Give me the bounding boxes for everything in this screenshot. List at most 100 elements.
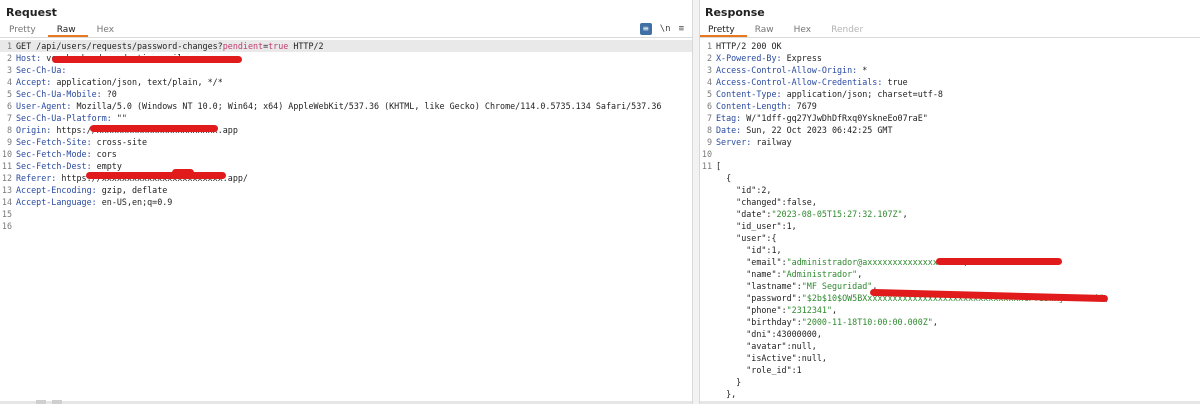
request-line: 14 Accept-Language: en-US,en;q=0.9	[0, 196, 692, 208]
response-line-content: [	[716, 160, 721, 172]
header-value: Mozilla/5.0 (Windows NT 10.0; Win64; x64…	[71, 101, 662, 111]
pane-splitter[interactable]	[692, 0, 700, 404]
header-name: Sec-Fetch-Site:	[16, 137, 92, 147]
query-param-key: pendient	[222, 41, 264, 51]
json-string-value: "2023-08-05T15:27:32.107Z"	[771, 209, 903, 219]
response-line: 7 Etag: W/"1dff-gq27YJwDhDfRxq0YskneEo07r…	[700, 112, 1200, 124]
request-toolbar: ≡ \n ≡	[639, 23, 684, 35]
json-key: "date"	[716, 209, 767, 219]
json-trailing: ,	[932, 317, 938, 327]
response-line: "name":"Administrador",	[700, 268, 1200, 280]
tab-raw[interactable]: Raw	[747, 24, 786, 37]
header-value: *	[857, 65, 868, 75]
json-punct: :null,	[786, 341, 817, 351]
tab-hex[interactable]: Hex	[786, 24, 823, 37]
header-name: Access-Control-Allow-Credentials:	[716, 77, 883, 87]
json-key: "lastname"	[716, 281, 797, 291]
json-punct: :null,	[796, 353, 827, 363]
tab-hex[interactable]: Hex	[88, 24, 126, 37]
show-newlines-button[interactable]: \n	[660, 24, 671, 34]
response-text: }	[716, 377, 742, 387]
request-pane: Request Pretty Raw Hex ≡ \n ≡ 1 GET /api/us…	[0, 0, 692, 404]
json-trailing: ,	[832, 305, 838, 315]
response-line-content: Date: Sun, 22 Oct 2023 06:42:25 GMT	[716, 124, 892, 136]
request-editor[interactable]: 1 GET /api/users/requests/password-change…	[0, 40, 692, 404]
http-protocol: HTTP/2	[288, 41, 324, 51]
request-search-forward-button[interactable]	[52, 400, 62, 404]
line-number: 7	[706, 113, 712, 123]
response-title: Response	[705, 6, 765, 19]
response-line-content: }	[716, 376, 741, 388]
json-key: "id_user"	[716, 221, 782, 231]
response-line-content: "id_user":1,	[716, 220, 797, 232]
response-line-content: Access-Control-Allow-Credentials: true	[716, 76, 908, 88]
header-name: Date:	[716, 125, 742, 135]
response-editor[interactable]: 1 HTTP/2 200 OK 2 X-Powered-By: Express 3 Acc…	[700, 40, 1200, 404]
header-name: Accept-Encoding:	[16, 185, 97, 195]
redaction-mark	[90, 125, 218, 132]
line-number: 8	[706, 125, 712, 135]
json-key: "dni"	[716, 329, 772, 339]
response-line: "avatar":null,	[700, 340, 1200, 352]
header-name: Host:	[16, 53, 42, 63]
response-line-content: {	[716, 172, 731, 184]
response-line-content: "dni":43000000,	[716, 328, 822, 340]
header-value: 7679	[791, 101, 817, 111]
request-search-back-button[interactable]	[36, 400, 46, 404]
line-number: 5	[706, 89, 712, 99]
response-line-content: Access-Control-Allow-Origin: *	[716, 64, 867, 76]
tab-render[interactable]: Render	[823, 24, 875, 37]
request-line: 13 Accept-Encoding: gzip, deflate	[0, 184, 692, 196]
response-line-content: "lastname":"MF Seguridad",	[716, 280, 877, 292]
response-line: },	[700, 388, 1200, 400]
request-line: 5 Sec-Ch-Ua-Mobile: ?0	[0, 88, 692, 100]
response-line: 5 Content-Type: application/json; charset…	[700, 88, 1200, 100]
response-line: 9 Server: railway	[700, 136, 1200, 148]
request-line: 10 Sec-Fetch-Mode: cors	[0, 148, 692, 160]
json-punct: :1,	[766, 245, 782, 255]
hamburger-menu-icon[interactable]: ≡	[679, 24, 684, 34]
response-line-content: X-Powered-By: Express	[716, 52, 822, 64]
tab-pretty[interactable]: Pretty	[0, 24, 48, 37]
header-value: application/json, text/plain, */*	[51, 77, 223, 87]
request-line: 7 Sec-Ch-Ua-Platform: ""	[0, 112, 692, 124]
header-name: Sec-Ch-Ua-Platform:	[16, 113, 112, 123]
header-value: application/json; charset=utf-8	[781, 89, 943, 99]
response-text: },	[716, 389, 737, 399]
response-line-content: "email":"administrador@axxxxxxxxxxxxxx.c…	[716, 256, 968, 268]
line-number: 10	[1, 149, 12, 159]
response-line-content: "changed":false,	[716, 196, 817, 208]
response-line: "id_user":1,	[700, 220, 1200, 232]
line-number: 1	[6, 41, 12, 51]
response-line-content: Content-Type: application/json; charset=…	[716, 88, 943, 100]
response-line-content: "phone":"2312341",	[716, 304, 837, 316]
header-value: ?0	[101, 89, 117, 99]
response-line-content: Content-Length: 7679	[716, 100, 817, 112]
header-name: Content-Length:	[716, 101, 792, 111]
response-line: 1 HTTP/2 200 OK	[700, 40, 1200, 52]
tab-pretty[interactable]: Pretty	[700, 24, 747, 37]
json-key: "isActive"	[716, 353, 797, 363]
word-wrap-icon[interactable]: ≡	[639, 23, 652, 35]
request-line-content: Sec-Fetch-Dest: empty	[16, 160, 122, 172]
response-line-content: "user":{	[716, 232, 776, 244]
response-line: {	[700, 172, 1200, 184]
header-value: empty	[91, 161, 122, 171]
json-key: "user"	[716, 233, 767, 243]
line-number: 6	[706, 101, 712, 111]
request-line-content: Sec-Ch-Ua:	[16, 64, 66, 76]
json-key: "id"	[716, 185, 757, 195]
header-value: cors	[91, 149, 117, 159]
header-name: Accept:	[16, 77, 52, 87]
response-line: "phone":"2312341",	[700, 304, 1200, 316]
line-number: 10	[701, 149, 712, 159]
line-number: 1	[706, 41, 712, 51]
line-number: 6	[6, 101, 12, 111]
header-name: Etag:	[716, 113, 742, 123]
response-line: "role_id":1	[700, 364, 1200, 376]
response-line: 6 Content-Length: 7679	[700, 100, 1200, 112]
request-line: 15	[0, 208, 692, 220]
tab-raw[interactable]: Raw	[47, 24, 88, 37]
line-number: 8	[6, 125, 12, 135]
json-key: "birthday"	[716, 317, 797, 327]
